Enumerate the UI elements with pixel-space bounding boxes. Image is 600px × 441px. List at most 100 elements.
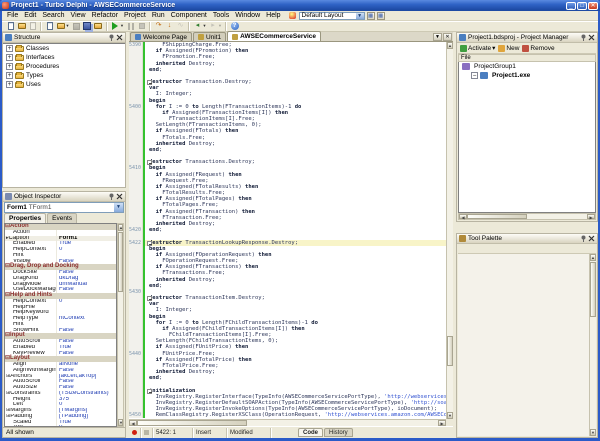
run-icon[interactable]: ▼ [110,21,120,31]
title-bar[interactable]: Project1 - Turbo Delphi - AWSECommerceSe… [0,0,600,11]
scroll-up-icon[interactable]: ▲ [590,254,596,261]
trace-into-icon[interactable]: ↓ [165,21,175,31]
pin-icon[interactable] [107,193,115,201]
structure-node-uses[interactable]: +Uses [3,80,125,89]
save-icon [71,21,81,31]
open-file-icon[interactable] [17,21,27,31]
expand-plus-icon[interactable]: ⊞ [6,414,10,419]
file-column-header[interactable]: File [458,54,596,62]
menu-item-refactor[interactable]: Refactor [89,12,121,19]
scroll-down-icon[interactable]: ▼ [118,419,123,426]
close-file-icon[interactable]: ✕ [443,33,452,41]
collapse-minus-icon[interactable]: − [471,72,478,79]
expand-plus-icon[interactable]: + [6,72,13,79]
scrollbar-thumb[interactable] [447,336,453,366]
expand-plus-icon[interactable]: + [6,63,13,70]
open-project-icon[interactable]: ▼ [56,21,66,31]
tab-list-dropdown-icon[interactable]: ▼ [433,33,442,41]
save-all-icon[interactable] [82,21,92,31]
property-value[interactable]: False [57,328,116,334]
new-unit-icon[interactable] [45,21,55,31]
minimize-button[interactable]: _ [566,2,576,10]
scroll-up-icon[interactable]: ▲ [447,42,453,49]
editor-tab-awsecommerceservice[interactable]: AWSECommerceService [227,31,321,41]
close-icon[interactable] [115,34,123,42]
view-tab-history[interactable]: History [324,428,353,437]
close-file-icon[interactable] [93,21,103,31]
scroll-up-icon[interactable]: ▲ [118,224,123,231]
expand-plus-icon[interactable]: + [6,54,13,61]
property-grid-scrollbar[interactable]: ▲ ▼ [117,223,124,427]
scroll-down-icon[interactable]: ▼ [447,412,453,419]
code-line[interactable]: 5450 RemClassRegistry.RegisterXSClass(Op… [129,412,446,418]
property-value[interactable]: False [57,287,116,293]
scrollbar-thumb[interactable] [467,214,527,219]
expand-plus-icon[interactable]: ⊞ [6,374,10,379]
tool-palette-scrollbar[interactable]: ▲ ▼ [589,254,596,436]
expand-plus-icon[interactable]: + [6,45,13,52]
step-over-icon[interactable]: ↷ [154,21,164,31]
expand-plus-icon[interactable]: ⊞ [6,408,10,413]
structure-node-interfaces[interactable]: +Interfaces [3,53,125,62]
project-tree-node[interactable]: −Project1.exe [459,71,595,80]
close-icon[interactable] [115,193,123,201]
back-icon[interactable]: ◂▼ [193,21,203,31]
editor-view-tabs: CodeHistory [297,428,353,437]
menu-item-view[interactable]: View [68,12,89,19]
pin-icon[interactable] [579,235,587,243]
menu-item-edit[interactable]: Edit [21,12,39,19]
close-icon[interactable] [587,34,595,42]
editor-tab-welcome-page[interactable]: Welcome Page [130,32,192,41]
menu-item-file[interactable]: File [4,12,21,19]
object-selector-combo[interactable]: Form1 TForm1 ▼ [4,202,124,213]
menu-item-component[interactable]: Component [168,12,210,19]
structure-node-procedures[interactable]: +Procedures [3,62,125,71]
toolbar-separator [106,22,108,31]
editor-vertical-scrollbar[interactable]: ▲ ▼ [446,42,453,419]
pm-activate-button[interactable]: Activate ▾ [460,44,495,52]
menu-item-search[interactable]: Search [39,12,67,19]
tab-events[interactable]: Events [47,213,77,223]
pm-remove-button[interactable]: Remove [522,45,554,52]
button-label: Activate [468,45,491,52]
expand-plus-icon[interactable]: + [6,81,13,88]
pm-new-button[interactable]: New [498,45,519,52]
property-value[interactable]: False [57,351,116,357]
save-layout-icon[interactable]: ▦ [367,12,375,20]
project-tree: ProjectGroup1−Project1.exe [458,62,596,213]
delete-layout-icon[interactable]: ▦ [377,12,385,20]
menu-item-project[interactable]: Project [121,12,149,19]
editor-tab-unit1[interactable]: Unit1 [193,32,226,41]
menu-item-run[interactable]: Run [149,12,168,19]
menu-item-tools[interactable]: Tools [210,12,232,19]
scroll-down-icon[interactable]: ▼ [590,429,596,436]
scroll-right-icon[interactable]: ▶ [587,214,595,219]
view-tab-code[interactable]: Code [298,428,323,437]
project-tree-scrollbar[interactable]: ◀ ▶ [458,213,596,220]
structure-node-classes[interactable]: +Classes [3,44,125,53]
help-icon[interactable]: ? [230,21,240,31]
tab-properties[interactable]: Properties [4,213,46,223]
scroll-left-icon[interactable]: ◀ [459,214,467,219]
project-tree-node[interactable]: ProjectGroup1 [459,62,595,71]
restore-button[interactable]: □ [577,2,587,10]
help-flame-icon[interactable] [289,12,296,19]
scrollbar-thumb[interactable] [118,232,123,292]
editor-horizontal-scrollbar[interactable]: ◀ ▶ [129,419,446,426]
structure-panel: Structure +Classes+Interfaces+Procedures… [2,32,126,188]
desktop-layout-combo[interactable]: Default Layout▼ [299,12,365,20]
folder-icon [15,46,24,52]
selected-marker: ▸ [6,236,9,241]
pin-icon[interactable] [107,34,115,42]
menu-item-window[interactable]: Window [232,12,263,19]
structure-node-types[interactable]: +Types [3,71,125,80]
pin-icon[interactable] [579,34,587,42]
chevron-down-icon: ▼ [120,23,124,28]
new-items-icon[interactable] [6,21,16,31]
menu-item-help[interactable]: Help [263,12,283,19]
expand-plus-icon[interactable]: ⊞ [6,391,10,396]
close-button[interactable]: ✕ [588,2,598,10]
close-icon[interactable] [587,235,595,243]
scrollbar-thumb[interactable] [590,262,596,317]
code-editor[interactable]: 5390 FShippingCharge.Free; if Assigned(F… [129,42,446,419]
